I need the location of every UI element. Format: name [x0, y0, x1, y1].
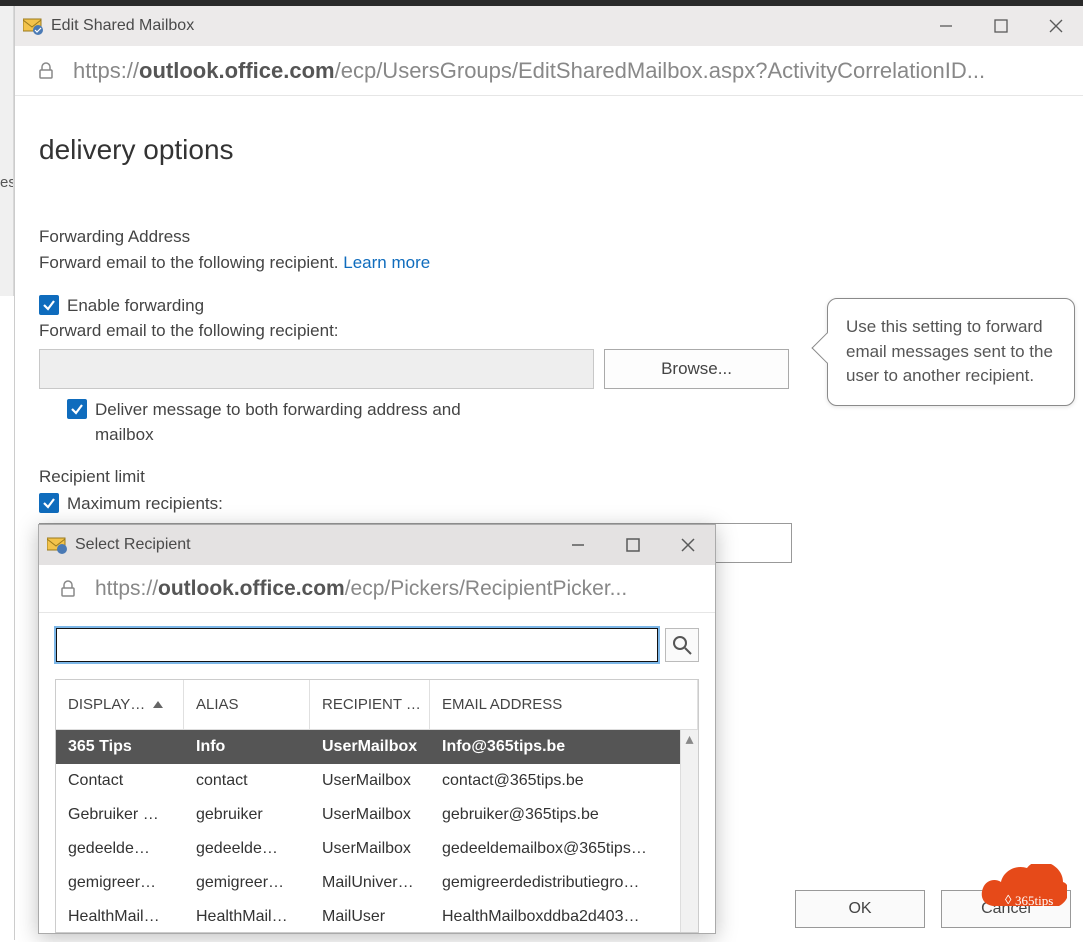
checkbox-checked-icon[interactable]	[67, 399, 87, 419]
recipient-table: DISPLAY… ALIAS RECIPIENT … EMAIL ADDRESS…	[55, 679, 699, 933]
table-row[interactable]: 365 TipsInfoUserMailboxInfo@365tips.be	[56, 730, 698, 764]
forwarding-description: Forward email to the following recipient…	[39, 250, 1063, 276]
checkbox-checked-icon[interactable]	[39, 295, 59, 315]
search-button[interactable]	[665, 628, 699, 662]
table-row[interactable]: HealthMail…HealthMail…MailUserHealthMail…	[56, 900, 698, 932]
table-cell: contact@365tips.be	[430, 772, 698, 790]
picker-url-text[interactable]: https://outlook.office.com/ecp/Pickers/R…	[95, 577, 627, 601]
column-email[interactable]: EMAIL ADDRESS	[430, 680, 698, 729]
table-cell: gebruiker@365tips.be	[430, 806, 698, 824]
window-controls	[918, 6, 1083, 46]
max-recipients-row[interactable]: Maximum recipients:	[39, 491, 1063, 517]
svg-text:365tips: 365tips	[1015, 893, 1053, 908]
forwarding-address-label: Forwarding Address	[39, 224, 1063, 250]
table-cell: UserMailbox	[310, 772, 430, 790]
minimize-button[interactable]	[918, 6, 973, 46]
ok-button[interactable]: OK	[795, 890, 925, 928]
table-cell: gedeelde…	[56, 840, 184, 858]
scrollbar[interactable]: ▴	[680, 730, 698, 932]
deliver-both-label: Deliver message to both forwarding addre…	[95, 397, 495, 448]
sort-asc-icon	[153, 701, 163, 708]
close-button[interactable]	[1028, 6, 1083, 46]
forwarding-tooltip: Use this setting to forward email messag…	[827, 298, 1075, 406]
url-bar: https://outlook.office.com/ecp/UsersGrou…	[15, 46, 1083, 96]
checkbox-checked-icon[interactable]	[39, 493, 59, 513]
table-cell: contact	[184, 772, 310, 790]
recipient-limit-label: Recipient limit	[39, 464, 1063, 490]
table-cell: MailUniver…	[310, 874, 430, 892]
app-icon	[47, 536, 67, 554]
lock-icon	[37, 62, 55, 80]
svg-text:◊: ◊	[1005, 892, 1012, 907]
content-area: delivery options Forwarding Address Forw…	[15, 96, 1083, 583]
window-title: Edit Shared Mailbox	[51, 17, 194, 35]
table-cell: 365 Tips	[56, 738, 184, 756]
scroll-up-icon[interactable]: ▴	[681, 730, 698, 748]
main-titlebar: Edit Shared Mailbox	[15, 6, 1083, 46]
app-icon	[23, 17, 43, 35]
picker-url-bar: https://outlook.office.com/ecp/Pickers/R…	[39, 565, 715, 613]
table-cell: Info	[184, 738, 310, 756]
table-cell: gemigreer…	[184, 874, 310, 892]
table-cell: gedeelde…	[184, 840, 310, 858]
table-cell: HealthMail…	[56, 908, 184, 926]
lock-icon	[59, 580, 77, 598]
picker-close-button[interactable]	[660, 525, 715, 565]
forwarding-recipient-input[interactable]	[39, 349, 594, 389]
table-cell: gebruiker	[184, 806, 310, 824]
recipient-picker-dialog: Select Recipient https://outlook.office.…	[38, 524, 716, 934]
table-row[interactable]: ContactcontactUserMailboxcontact@365tips…	[56, 764, 698, 798]
table-cell: UserMailbox	[310, 806, 430, 824]
max-recipients-label: Maximum recipients:	[67, 491, 223, 517]
picker-search-input[interactable]	[55, 627, 659, 663]
table-cell: UserMailbox	[310, 840, 430, 858]
left-sliver: es	[0, 6, 14, 296]
table-row[interactable]: gemigreer…gemigreer…MailUniver…gemigreer…	[56, 866, 698, 900]
column-recipient-type[interactable]: RECIPIENT …	[310, 680, 430, 729]
table-cell: Info@365tips.be	[430, 738, 698, 756]
maximize-button[interactable]	[973, 6, 1028, 46]
page-title: delivery options	[39, 134, 1063, 166]
365tips-badge: ◊ 365tips	[977, 864, 1067, 920]
picker-title: Select Recipient	[75, 536, 191, 554]
picker-maximize-button[interactable]	[605, 525, 660, 565]
browse-button[interactable]: Browse...	[604, 349, 789, 389]
enable-forwarding-label: Enable forwarding	[67, 293, 204, 319]
table-cell: Gebruiker …	[56, 806, 184, 824]
learn-more-link[interactable]: Learn more	[343, 253, 430, 272]
table-cell: MailUser	[310, 908, 430, 926]
table-body: ▴ 365 TipsInfoUserMailboxInfo@365tips.be…	[56, 730, 698, 932]
table-cell: gemigreer…	[56, 874, 184, 892]
picker-minimize-button[interactable]	[550, 525, 605, 565]
table-cell: gedeeldemailbox@365tips…	[430, 840, 698, 858]
table-row[interactable]: Gebruiker …gebruikerUserMailboxgebruiker…	[56, 798, 698, 832]
table-cell: gemigreerdedistributiegro…	[430, 874, 698, 892]
table-cell: HealthMailboxddba2d403…	[430, 908, 698, 926]
table-cell: Contact	[56, 772, 184, 790]
column-display-name[interactable]: DISPLAY…	[56, 680, 184, 729]
column-alias[interactable]: ALIAS	[184, 680, 310, 729]
table-header: DISPLAY… ALIAS RECIPIENT … EMAIL ADDRESS	[56, 680, 698, 730]
table-cell: HealthMail…	[184, 908, 310, 926]
table-cell: UserMailbox	[310, 738, 430, 756]
url-text[interactable]: https://outlook.office.com/ecp/UsersGrou…	[73, 58, 985, 84]
table-row[interactable]: gedeelde…gedeelde…UserMailboxgedeeldemai…	[56, 832, 698, 866]
picker-titlebar: Select Recipient	[39, 525, 715, 565]
